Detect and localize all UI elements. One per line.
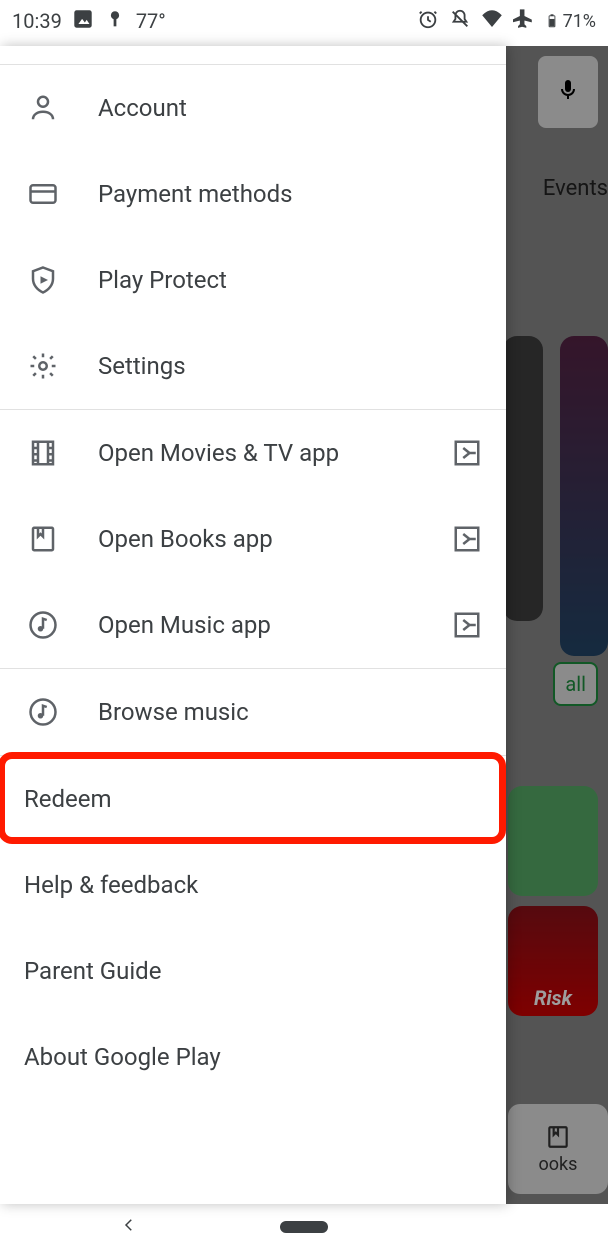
drawer-item-about[interactable]: About Google Play	[0, 1014, 506, 1100]
app-card[interactable]	[560, 336, 608, 656]
dnd-icon	[449, 8, 471, 34]
drawer-item-books[interactable]: Open Books app	[0, 496, 506, 582]
weather-icon	[104, 8, 126, 34]
open-in-icon	[452, 524, 482, 554]
music-icon	[28, 610, 58, 640]
drawer-item-label: Redeem	[24, 785, 482, 813]
app-card[interactable]	[508, 786, 598, 896]
mic-icon[interactable]	[556, 78, 580, 106]
drawer-item-settings[interactable]: Settings	[0, 323, 506, 409]
drawer-item-redeem[interactable]: Redeem	[0, 756, 506, 842]
app-card[interactable]	[503, 336, 543, 621]
drawer-item-label: Open Books app	[98, 525, 452, 553]
home-gesture-pill[interactable]	[280, 1221, 328, 1233]
back-button[interactable]	[120, 1216, 138, 1238]
open-in-icon	[452, 610, 482, 640]
drawer-item-label: Payment methods	[98, 180, 482, 208]
system-navbar	[0, 1204, 608, 1250]
drawer-item-label: Browse music	[98, 698, 482, 726]
drawer-item-payment[interactable]: Payment methods	[0, 151, 506, 237]
music-icon	[28, 697, 58, 727]
drawer-item-parent-guide[interactable]: Parent Guide	[0, 928, 506, 1014]
drawer-item-label: Parent Guide	[24, 957, 482, 985]
drawer-item-browse-music[interactable]: Browse music	[0, 669, 506, 755]
drawer-item-label: Account	[98, 94, 482, 122]
drawer-item-label: Settings	[98, 352, 482, 380]
gear-icon	[28, 351, 58, 381]
drawer-item-label: Open Music app	[98, 611, 452, 639]
nav-books[interactable]: ooks	[508, 1104, 608, 1194]
status-bar: 10:39 77° 71%	[0, 0, 608, 42]
search-card[interactable]	[538, 56, 598, 128]
navigation-drawer: Account Payment methods Play Protect Set…	[0, 46, 506, 1204]
drawer-item-label: Play Protect	[98, 266, 482, 294]
alarm-icon	[417, 8, 439, 34]
status-temperature: 77°	[136, 9, 166, 33]
status-time: 10:39	[12, 9, 62, 33]
drawer-item-music[interactable]: Open Music app	[0, 582, 506, 668]
drawer-item-label: About Google Play	[24, 1043, 482, 1071]
open-in-icon	[452, 438, 482, 468]
app-card-risk[interactable]: Risk	[508, 906, 598, 1016]
tab-events[interactable]: Events	[543, 176, 608, 201]
person-icon	[28, 93, 58, 123]
drawer-item-protect[interactable]: Play Protect	[0, 237, 506, 323]
battery-indicator: 71%	[545, 10, 596, 32]
install-button[interactable]: all	[553, 662, 598, 706]
drawer-item-account[interactable]: Account	[0, 65, 506, 151]
picture-icon	[72, 8, 94, 34]
drawer-item-label: Open Movies & TV app	[98, 439, 452, 467]
wifi-icon	[481, 8, 503, 34]
drawer-item-help[interactable]: Help & feedback	[0, 842, 506, 928]
card-icon	[28, 179, 58, 209]
drawer-item-label: Help & feedback	[24, 871, 482, 899]
airplane-icon	[513, 8, 535, 34]
shield-icon	[28, 265, 58, 295]
film-icon	[28, 438, 58, 468]
bookmark-icon	[28, 524, 58, 554]
battery-percent: 71%	[563, 11, 596, 32]
drawer-item-movies[interactable]: Open Movies & TV app	[0, 410, 506, 496]
